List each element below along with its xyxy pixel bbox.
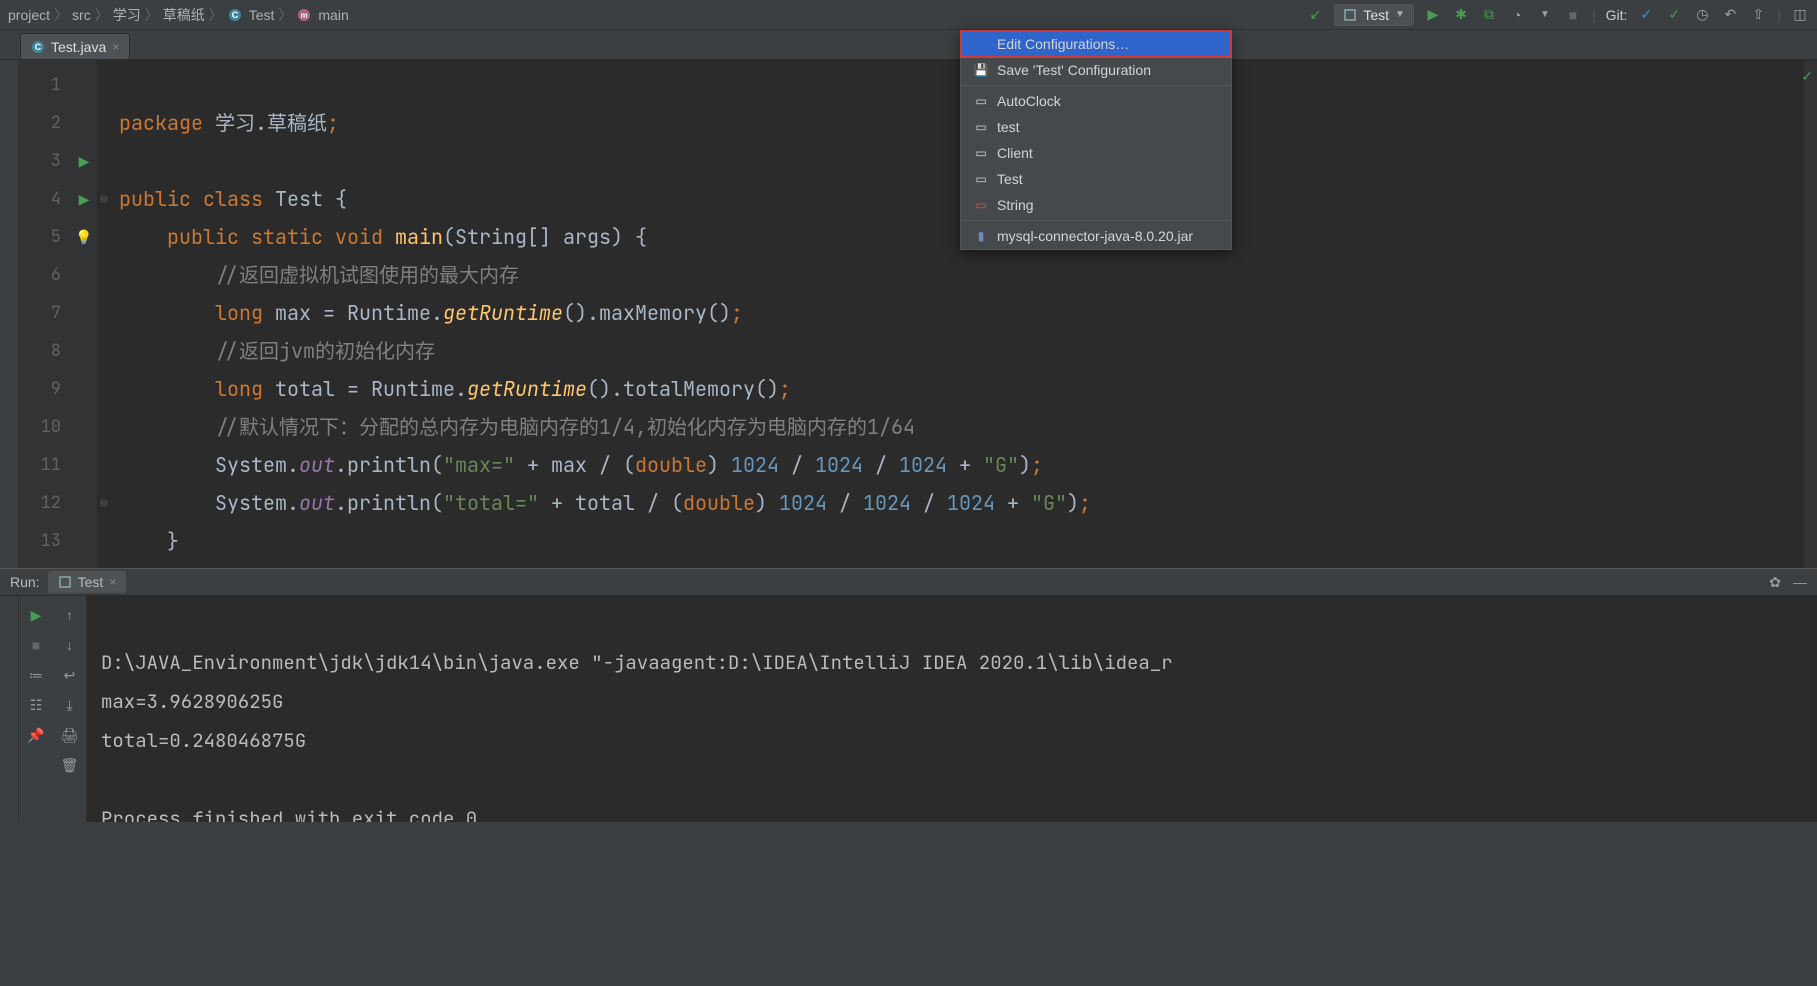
app-error-icon: ▭ (973, 197, 989, 213)
chevron-right-icon: 〉 (209, 5, 223, 25)
run-config-item[interactable]: ▭Test (961, 166, 1231, 192)
editor: 12345678910111213 ▶ ▶ 💡 ⊖ ⊖ package 学习.草… (0, 60, 1817, 568)
save-icon: 💾 (973, 62, 989, 78)
vcs-commit-icon[interactable]: ✓ (1665, 6, 1683, 24)
breadcrumb-item[interactable]: src (72, 7, 91, 23)
fold-gutter: ⊖ ⊖ (97, 60, 111, 568)
breadcrumb-item[interactable]: 学习 (113, 5, 141, 25)
breadcrumb-item[interactable]: main (318, 7, 348, 23)
console-output[interactable]: D:\JAVA_Environment\jdk\jdk14\bin\java.e… (87, 596, 1817, 822)
layout-icon[interactable]: ☷ (25, 694, 47, 716)
clear-icon[interactable]: 🗑 (59, 754, 81, 776)
stop-icon[interactable]: ■ (25, 634, 47, 656)
print-icon[interactable]: 🖨 (59, 724, 81, 746)
fold-toggle-icon[interactable]: ⊖ (100, 194, 108, 205)
editor-tab[interactable]: C Test.java × (20, 33, 130, 59)
chevron-right-icon: 〉 (145, 5, 159, 25)
run-config-item[interactable]: ▭String (961, 192, 1231, 218)
chevron-right-icon: 〉 (54, 5, 68, 25)
build-hammer-icon[interactable]: ↙ (1306, 6, 1324, 24)
attach-chevron-icon[interactable]: ▼ (1536, 6, 1554, 24)
top-bar: project〉 src〉 学习〉 草稿纸〉 C Test〉 m main ↙ … (0, 0, 1817, 30)
run-tool-window: ▶ ■ ≔ ☷ 📌 ↑ ↓ ↩ ⤓ 🖨 🗑 D:\JAVA_Environmen… (0, 596, 1817, 822)
run-controls-col2: ↑ ↓ ↩ ⤓ 🖨 🗑 (53, 596, 87, 822)
debug-icon[interactable]: ✱ (1452, 6, 1470, 24)
intention-bulb-icon[interactable]: 💡 (75, 229, 92, 246)
breadcrumbs: project〉 src〉 学习〉 草稿纸〉 C Test〉 m main (8, 5, 349, 25)
chevron-down-icon: ▼ (1395, 9, 1405, 20)
run-controls-col1: ▶ ■ ≔ ☷ 📌 (19, 596, 53, 822)
app-icon: ▭ (973, 145, 989, 161)
left-tool-strip[interactable] (0, 596, 19, 822)
run-config-selector[interactable]: Test ▼ (1334, 4, 1414, 26)
method-icon: m (296, 7, 312, 23)
search-everywhere-icon[interactable]: ◫ (1791, 6, 1809, 24)
run-label: Run: (10, 574, 40, 590)
editor-tabs: C Test.java × (0, 30, 1817, 60)
error-stripe[interactable] (1803, 60, 1817, 568)
vcs-update-icon[interactable]: ✓ (1637, 6, 1655, 24)
run-gutter: ▶ ▶ 💡 (71, 60, 97, 568)
run-tool-header: Run: Test × ✿ — (0, 568, 1817, 596)
run-config-item[interactable]: ▭Client (961, 140, 1231, 166)
pin-icon[interactable]: 📌 (25, 724, 47, 746)
coverage-icon[interactable]: ⧉ (1480, 6, 1498, 24)
separator (961, 220, 1231, 221)
down-icon[interactable]: ↓ (59, 634, 81, 656)
run-icon[interactable]: ▶ (1424, 6, 1442, 24)
app-icon: ▭ (973, 171, 989, 187)
run-tab-label: Test (78, 574, 104, 590)
run-config-dropdown: Edit Configurations… 💾 Save 'Test' Confi… (960, 30, 1232, 250)
svg-text:C: C (231, 10, 238, 20)
breadcrumb-item[interactable]: project (8, 7, 50, 23)
fold-end-icon[interactable]: ⊖ (100, 498, 108, 509)
breadcrumb-item[interactable]: Test (249, 7, 275, 23)
project-tool-strip[interactable] (0, 60, 19, 568)
chevron-right-icon: 〉 (95, 5, 109, 25)
scroll-end-icon[interactable]: ⤓ (59, 694, 81, 716)
app-icon (58, 575, 72, 589)
jar-icon: ▮ (973, 228, 989, 244)
jar-item[interactable]: ▮mysql-connector-java-8.0.20.jar (961, 223, 1231, 249)
edit-configurations-item[interactable]: Edit Configurations… (961, 31, 1231, 57)
inspection-ok-icon[interactable]: ✓ (1801, 68, 1813, 85)
run-line-icon[interactable]: ▶ (79, 153, 90, 170)
editor-tab-label: Test.java (51, 39, 106, 55)
vcs-rollback-icon[interactable]: ↶ (1721, 6, 1739, 24)
code-area[interactable]: package 学习.草稿纸; public class Test { publ… (111, 60, 1803, 568)
profile-icon[interactable]: ◔ (1508, 6, 1526, 24)
run-line-icon[interactable]: ▶ (79, 191, 90, 208)
app-icon (1343, 8, 1357, 22)
git-label: Git: (1606, 7, 1628, 23)
line-number-gutter: 12345678910111213 (19, 60, 71, 568)
soft-wrap-icon[interactable]: ↩ (59, 664, 81, 686)
svg-text:C: C (35, 42, 42, 52)
toolbar: ↙ Test ▼ ▶ ✱ ⧉ ◔ ▼ ■ | Git: ✓ ✓ ◷ ↶ ⇧ | … (1306, 4, 1809, 26)
up-icon[interactable]: ↑ (59, 604, 81, 626)
app-icon: ▭ (973, 119, 989, 135)
stop-icon[interactable]: ■ (1564, 6, 1582, 24)
rerun-icon[interactable]: ▶ (25, 604, 47, 626)
breadcrumb-item[interactable]: 草稿纸 (163, 5, 205, 25)
chevron-right-icon: 〉 (278, 5, 292, 25)
app-icon: ▭ (973, 93, 989, 109)
vcs-history-icon[interactable]: ◷ (1693, 6, 1711, 24)
class-icon: C (31, 40, 45, 54)
run-config-item[interactable]: ▭test (961, 114, 1231, 140)
run-tab[interactable]: Test × (48, 571, 127, 593)
run-config-label: Test (1363, 7, 1389, 23)
layout-icon[interactable]: ≔ (25, 664, 47, 686)
minimize-icon[interactable]: — (1793, 574, 1807, 590)
close-icon[interactable]: × (109, 575, 116, 589)
vcs-push-icon[interactable]: ⇧ (1749, 6, 1767, 24)
run-config-item[interactable]: ▭AutoClock (961, 88, 1231, 114)
settings-gear-icon[interactable]: ✿ (1769, 574, 1781, 591)
svg-text:m: m (301, 11, 308, 20)
save-configuration-item[interactable]: 💾 Save 'Test' Configuration (961, 57, 1231, 83)
close-icon[interactable]: × (112, 40, 119, 54)
separator (961, 85, 1231, 86)
class-icon: C (227, 7, 243, 23)
